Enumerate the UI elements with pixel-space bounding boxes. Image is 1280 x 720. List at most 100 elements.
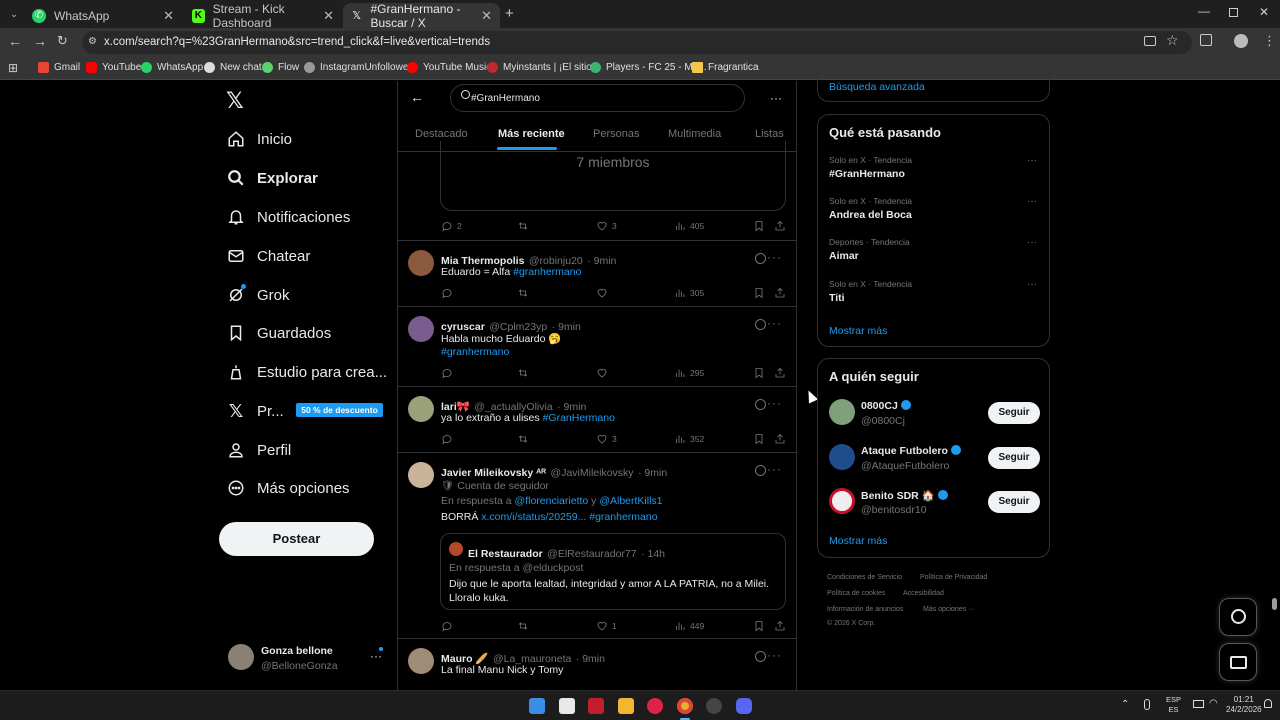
- repost-button[interactable]: [517, 367, 533, 379]
- display-icon[interactable]: [1193, 700, 1204, 708]
- more-dots-icon[interactable]: ···: [767, 250, 782, 264]
- show-more-follow-link[interactable]: Mostrar más: [829, 535, 887, 547]
- site-info-icon[interactable]: ⚙: [88, 36, 97, 47]
- status-link[interactable]: x.com/i/status/20259...: [481, 511, 586, 523]
- more-dots-icon[interactable]: ···: [767, 396, 782, 410]
- url-field[interactable]: ⚙ x.com/search?q=%23GranHermano&src=tren…: [82, 31, 1192, 54]
- share-icon[interactable]: [774, 220, 790, 232]
- share-icon[interactable]: [774, 367, 790, 379]
- tab-kick-dashboard[interactable]: K Stream - Kick Dashboard ✕: [184, 2, 342, 30]
- nav-estudio[interactable]: Estudio para crea...: [226, 362, 387, 382]
- windows-start-icon[interactable]: [529, 698, 545, 714]
- like-button[interactable]: [596, 287, 612, 299]
- trend-item[interactable]: Deportes · Tendencia Aimar ···: [829, 237, 1039, 262]
- views-stat[interactable]: 405: [674, 220, 704, 232]
- avatar[interactable]: [408, 316, 434, 342]
- reload-icon[interactable]: ↻: [57, 33, 68, 49]
- tab-destacado[interactable]: Destacado: [415, 128, 468, 140]
- nav-chatear[interactable]: Chatear: [226, 246, 310, 266]
- tab-list-chevron-icon[interactable]: ⌄: [6, 6, 22, 22]
- hashtag-link[interactable]: #granhermano: [586, 511, 657, 523]
- views-stat[interactable]: 305: [674, 287, 704, 299]
- trend-item[interactable]: Solo en X · Tendencia #GranHermano ···: [829, 155, 1039, 180]
- store-icon[interactable]: [559, 698, 575, 714]
- more-dots-icon[interactable]: ···: [1027, 237, 1037, 248]
- footer-terms[interactable]: Condiciones de Servicio: [827, 574, 902, 581]
- extensions-icon[interactable]: [1200, 34, 1212, 46]
- tweet-author-handle[interactable]: @JaviMileikovsky: [551, 467, 634, 479]
- like-button[interactable]: 3: [596, 433, 617, 445]
- bookmark-youtube-music[interactable]: YouTube Music: [407, 62, 491, 73]
- hashtag-link[interactable]: #GranHermano: [543, 412, 615, 424]
- tweet-article[interactable]: Mauro 🥖 @La_mauroneta · 9min ··· La fina…: [398, 639, 796, 690]
- footer-ads-info[interactable]: Información de anuncios: [827, 606, 903, 613]
- language-indicator[interactable]: ESP ES: [1166, 695, 1181, 715]
- more-dots-icon[interactable]: ···: [370, 649, 382, 663]
- nav-perfil[interactable]: Perfil: [226, 440, 291, 460]
- tab-granhermano[interactable]: 𝕏 #GranHermano - Buscar / X ✕: [343, 2, 500, 30]
- tweet-time[interactable]: · 9min: [638, 467, 667, 479]
- tweet-time[interactable]: · 9min: [587, 255, 616, 267]
- media-player-icon[interactable]: [647, 698, 663, 714]
- footer-privacy[interactable]: Política de Privacidad: [920, 574, 987, 581]
- follow-button[interactable]: Seguir: [988, 491, 1040, 513]
- mention-link[interactable]: @florenciarietto: [515, 495, 589, 507]
- bookmark-gmail[interactable]: Gmail: [38, 62, 80, 73]
- follow-suggestion[interactable]: Benito SDR 🏠 @benitosdr10 Seguir: [818, 486, 1049, 522]
- repost-button[interactable]: [517, 620, 533, 632]
- tweet-article[interactable]: lari🎀 @_actuallyOlivia · 9min ··· ya lo …: [398, 387, 796, 452]
- repost-button[interactable]: [517, 287, 533, 299]
- bookmark-icon[interactable]: [753, 220, 769, 232]
- tab-listas[interactable]: Listas: [755, 128, 784, 140]
- tray-chevron-icon[interactable]: ⌃: [1121, 699, 1129, 710]
- grok-icon[interactable]: [755, 465, 766, 476]
- clock[interactable]: 01:21 24/2/2026: [1226, 695, 1262, 715]
- reply-button[interactable]: [441, 287, 457, 299]
- bookmark-players-fc25[interactable]: Players - FC 25 - Ma...: [590, 62, 707, 73]
- bookmark-fragrantica[interactable]: Fragrantica: [692, 62, 759, 73]
- grok-icon[interactable]: [755, 253, 766, 264]
- reply-button[interactable]: [441, 620, 457, 632]
- more-dots-icon[interactable]: ···: [767, 648, 782, 662]
- bookmark-icon[interactable]: [753, 287, 769, 299]
- reply-button[interactable]: [441, 367, 457, 379]
- reply-button[interactable]: [441, 433, 457, 445]
- new-tab-plus-icon[interactable]: +: [505, 5, 514, 22]
- discord-icon[interactable]: [736, 698, 752, 714]
- tab-whatsapp[interactable]: ✆ WhatsApp ✕: [24, 3, 182, 28]
- views-stat[interactable]: 295: [674, 367, 704, 379]
- trend-item[interactable]: Solo en X · Tendencia Titi ···: [829, 279, 1039, 304]
- more-dots-icon[interactable]: ···: [767, 316, 782, 330]
- tweet-article[interactable]: cyruscar @Cplm23yp · 9min ··· Habla much…: [398, 307, 796, 386]
- views-stat[interactable]: 449: [674, 620, 704, 632]
- avatar[interactable]: [408, 462, 434, 488]
- nav-guardados[interactable]: Guardados: [226, 323, 331, 343]
- like-button[interactable]: [596, 367, 612, 379]
- avatar[interactable]: [408, 250, 434, 276]
- repost-button[interactable]: [517, 433, 533, 445]
- post-button[interactable]: Postear: [219, 522, 374, 556]
- bookmark-new-chat[interactable]: New chat: [204, 62, 262, 73]
- more-dots-icon[interactable]: ···: [1027, 155, 1037, 166]
- footer-more-options[interactable]: Más opciones ···: [923, 606, 975, 613]
- forward-arrow-icon[interactable]: →: [33, 33, 47, 49]
- more-dots-icon[interactable]: ···: [1027, 196, 1037, 207]
- follow-suggestion[interactable]: Ataque Futbolero @AtaqueFutbolero Seguir: [818, 442, 1049, 478]
- nav-grok[interactable]: Grok: [226, 284, 290, 305]
- bookmark-icon[interactable]: [753, 367, 769, 379]
- avatar[interactable]: [408, 648, 434, 674]
- app-icon[interactable]: [588, 698, 604, 714]
- bookmark-flow[interactable]: Flow: [262, 62, 299, 73]
- tweet-article[interactable]: Mia Thermopolis @robinju20 · 9min ··· Ed…: [398, 241, 796, 306]
- bookmark-whatsapp[interactable]: WhatsApp: [141, 62, 203, 73]
- repost-button[interactable]: [517, 220, 533, 232]
- views-stat[interactable]: 352: [674, 433, 704, 445]
- mention-link[interactable]: @AlbertKills1: [599, 495, 662, 507]
- reply-button[interactable]: 2: [441, 220, 462, 232]
- close-window-icon[interactable]: ✕: [1259, 5, 1269, 19]
- hashtag-link[interactable]: #granhermano: [513, 266, 581, 278]
- nav-explorar[interactable]: Explorar: [226, 168, 318, 188]
- like-button[interactable]: 3: [596, 220, 617, 232]
- tweet-article[interactable]: Javier Mileikovsky ᴬᴿ @JaviMileikovsky ·…: [398, 453, 796, 638]
- close-tab-icon[interactable]: ✕: [163, 8, 174, 24]
